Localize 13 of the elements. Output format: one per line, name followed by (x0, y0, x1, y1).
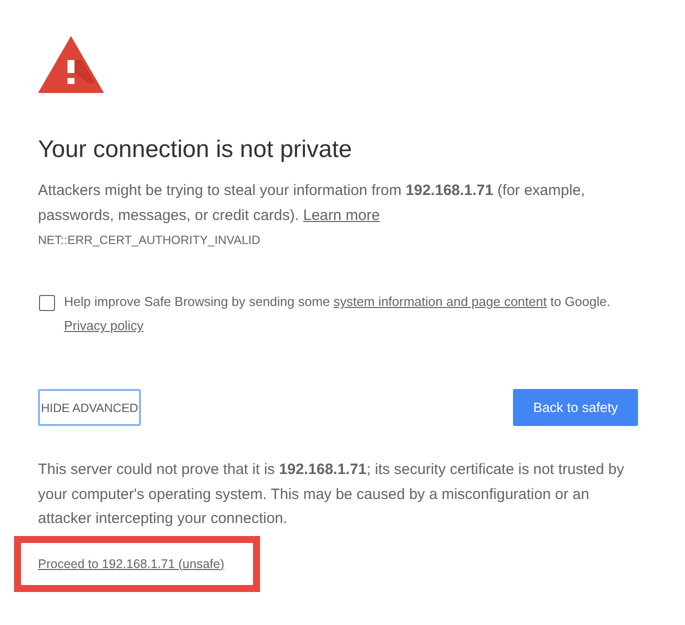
privacy-policy-link[interactable]: Privacy policy (64, 314, 144, 338)
back-to-safety-button[interactable]: Back to safety (513, 389, 638, 426)
error-code: NET::ERR_CERT_AUTHORITY_INVALID (38, 232, 262, 248)
details-message: This server could not prove that it is 192.168.1.71; its security certificate is not trusted by your computer's operating system. This may be caused by a misconfiguration or an attacker intercepting your connection. (38, 460, 626, 529)
proceed-link[interactable]: Proceed to 192.168.1.71 (unsafe) (38, 556, 224, 570)
hide-advanced-button[interactable]: HIDE ADVANCED (38, 389, 142, 426)
checkbox[interactable] (39, 295, 55, 311)
system-information-link[interactable]: system information and page content (334, 294, 547, 309)
page-title: Your connection is not private (38, 135, 353, 165)
safe-browsing-label: Help improve Safe Browsing by sending some system information and page content to Google. (64, 293, 610, 311)
warning-triangle-icon (38, 36, 104, 93)
learn-more-link[interactable]: Learn more (303, 207, 380, 224)
warning-message: Attackers might be trying to steal your information from 192.168.1.71 (for example, passwords, messages, or credit cards). Learn more (38, 181, 586, 226)
